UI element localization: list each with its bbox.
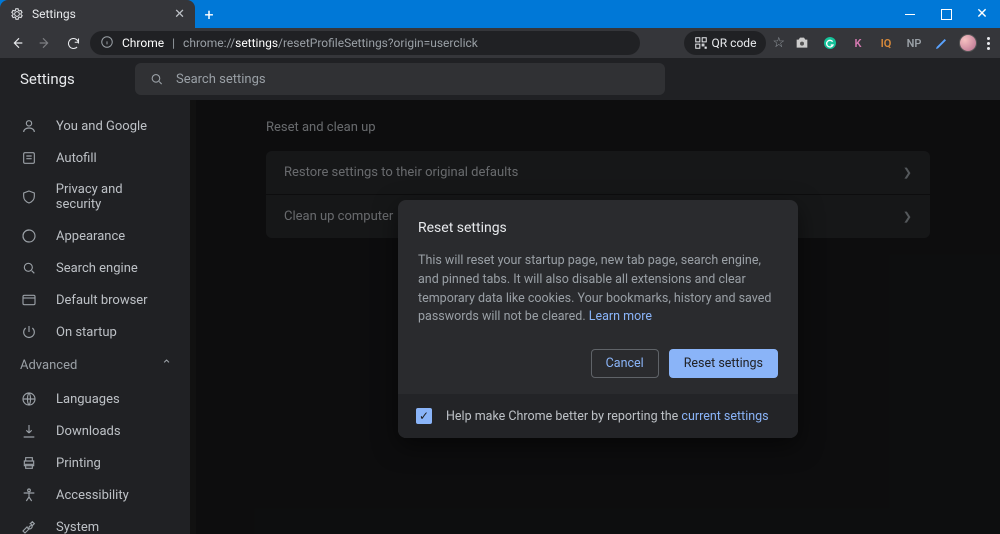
sidebar-item-power[interactable]: On startup <box>0 316 190 348</box>
tab-title: Settings <box>32 7 166 21</box>
reload-icon <box>66 36 81 51</box>
tab-close-icon[interactable]: ✕ <box>174 7 185 22</box>
tab-strip: Settings ✕ + ✕ <box>0 0 1000 28</box>
browser-icon <box>20 292 38 308</box>
dialog-text: This will reset your startup page, new t… <box>418 252 778 327</box>
sidebar-item-print[interactable]: Printing <box>0 447 190 479</box>
sidebar-item-label: Accessibility <box>56 488 129 503</box>
settings-search[interactable] <box>135 63 665 95</box>
sidebar-item-label: Default browser <box>56 293 148 308</box>
sidebar-item-wrench[interactable]: System <box>0 511 190 534</box>
modal-overlay: Reset settings This will reset your star… <box>196 100 1000 534</box>
arrow-left-icon <box>9 35 25 51</box>
sidebar-item-label: Appearance <box>56 229 125 244</box>
reset-settings-button[interactable]: Reset settings <box>669 349 778 378</box>
settings-header: Settings <box>0 58 1000 100</box>
sidebar-item-label: Downloads <box>56 424 121 439</box>
sidebar-item-download[interactable]: Downloads <box>0 415 190 447</box>
wrench-icon <box>20 519 38 534</box>
cancel-button[interactable]: Cancel <box>591 349 659 378</box>
search-icon <box>149 71 164 87</box>
forward-button[interactable] <box>34 32 56 54</box>
sidebar-item-label: On startup <box>56 325 117 340</box>
a11y-icon <box>20 487 38 503</box>
print-icon <box>20 455 38 471</box>
sidebar-item-person[interactable]: You and Google <box>0 110 190 142</box>
window-controls: ✕ <box>892 0 1000 28</box>
settings-sidebar: You and Google Autofill Privacy and securi… <box>0 100 190 534</box>
url-scheme: Chrome <box>122 36 164 50</box>
url-divider: | <box>172 36 175 50</box>
sidebar-item-autofill[interactable]: Autofill <box>0 142 190 174</box>
current-settings-link[interactable]: current settings <box>681 409 768 424</box>
globe-icon <box>20 391 38 407</box>
window-minimize-button[interactable] <box>892 0 928 28</box>
qr-icon <box>694 36 708 50</box>
settings-search-input[interactable] <box>174 71 651 88</box>
sidebar-item-label: You and Google <box>56 119 147 134</box>
appearance-icon <box>20 228 38 244</box>
download-icon <box>20 423 38 439</box>
sidebar-item-label: Search engine <box>56 261 138 276</box>
sidebar-item-search[interactable]: Search engine <box>0 252 190 284</box>
arrow-right-icon <box>37 35 53 51</box>
settings-content: Reset and clean up Restore settings to t… <box>196 100 1000 534</box>
report-checkbox[interactable]: ✓ <box>416 408 432 424</box>
sidebar-item-label: System <box>56 520 99 534</box>
sidebar-item-globe[interactable]: Languages <box>0 383 190 415</box>
learn-more-link[interactable]: Learn more <box>589 309 652 324</box>
sidebar-item-appearance[interactable]: Appearance <box>0 220 190 252</box>
autofill-icon <box>20 150 38 166</box>
new-tab-button[interactable]: + <box>195 0 223 28</box>
chevron-up-icon: ⌃ <box>161 358 172 373</box>
window-close-button[interactable]: ✕ <box>964 0 1000 28</box>
reset-settings-dialog: Reset settings This will reset your star… <box>398 200 798 438</box>
back-button[interactable] <box>6 32 28 54</box>
window-maximize-button[interactable] <box>928 0 964 28</box>
extension-iq[interactable]: IQ <box>875 32 897 54</box>
sidebar-item-label: Languages <box>56 392 120 407</box>
qr-code-button[interactable]: QR code <box>684 31 767 55</box>
extension-pen-icon[interactable] <box>931 32 953 54</box>
settings-title: Settings <box>20 70 75 88</box>
browser-tab[interactable]: Settings ✕ <box>0 0 195 28</box>
sidebar-item-browser[interactable]: Default browser <box>0 284 190 316</box>
toolbar: Chrome | chrome://settings/resetProfileS… <box>0 28 1000 58</box>
sidebar-item-a11y[interactable]: Accessibility <box>0 479 190 511</box>
chrome-menu-button[interactable] <box>983 37 994 50</box>
sidebar-item-label: Printing <box>56 456 101 471</box>
extension-k[interactable]: K <box>847 32 869 54</box>
sidebar-item-shield[interactable]: Privacy and security <box>0 174 190 220</box>
sidebar-advanced-toggle[interactable]: Advanced ⌃ <box>0 348 190 383</box>
search-icon <box>20 260 38 276</box>
shield-icon <box>20 189 38 205</box>
omnibox[interactable]: Chrome | chrome://settings/resetProfileS… <box>90 31 640 55</box>
extension-np[interactable]: NP <box>903 32 925 54</box>
profile-avatar[interactable] <box>959 34 977 52</box>
dialog-footer: ✓ Help make Chrome better by reporting t… <box>398 394 798 438</box>
sidebar-item-label: Autofill <box>56 151 97 166</box>
url-text: chrome://settings/resetProfileSettings?o… <box>183 36 478 50</box>
extension-camera-icon[interactable] <box>791 32 813 54</box>
dialog-title: Reset settings <box>418 220 778 236</box>
site-info-icon[interactable] <box>100 35 114 52</box>
bookmark-star-button[interactable]: ☆ <box>772 35 785 51</box>
person-icon <box>20 118 38 134</box>
gear-icon <box>10 7 24 21</box>
reload-button[interactable] <box>62 32 84 54</box>
extension-grammarly-icon[interactable] <box>819 32 841 54</box>
dialog-footer-text: Help make Chrome better by reporting the… <box>446 409 769 424</box>
power-icon <box>20 324 38 340</box>
sidebar-item-label: Privacy and security <box>56 182 170 212</box>
